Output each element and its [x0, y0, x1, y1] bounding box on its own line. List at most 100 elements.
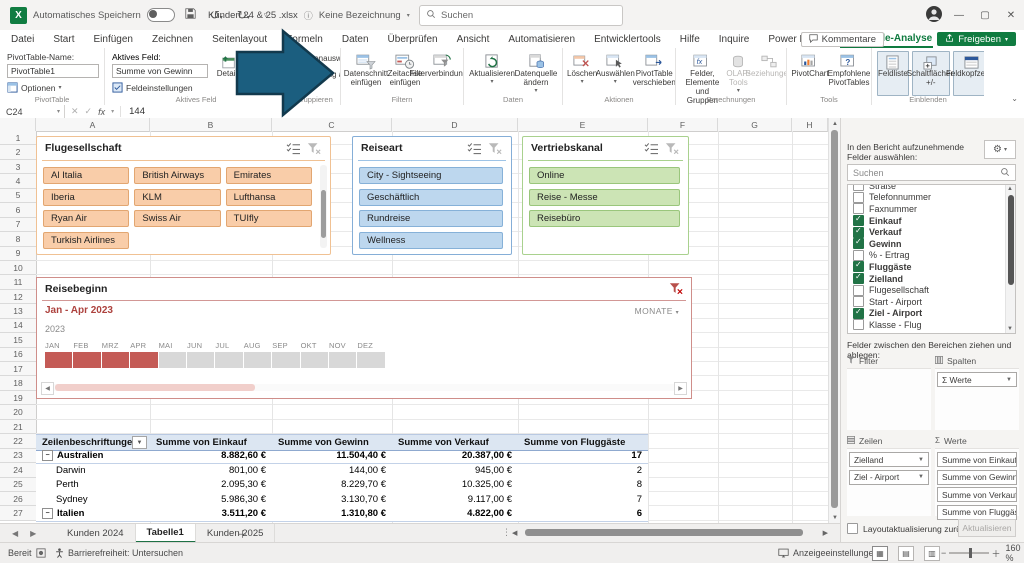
row-header-14[interactable]: 14 — [0, 319, 37, 333]
field-item-fluggäste[interactable]: Fluggäste — [848, 261, 1015, 273]
pivotchart-button[interactable]: PivotChart — [792, 50, 828, 88]
pivot-value-cell[interactable]: 20.387,00 € — [392, 449, 518, 463]
scroll-left-icon[interactable]: ◀ — [512, 529, 517, 537]
update-button[interactable]: Aktualisieren — [958, 519, 1016, 537]
area-field-pill[interactable]: Summe von Gewinn▼ — [937, 470, 1017, 485]
timeline-month-bar-apr[interactable] — [130, 352, 157, 368]
pivot-table[interactable]: ZeilenbeschriftungenSumme von EinkaufSum… — [36, 434, 648, 522]
pivot-value-cell[interactable]: 8.882,60 € — [150, 449, 272, 463]
pivot-value-cell[interactable]: 144,00 € — [272, 463, 392, 477]
field-list-scrollbar[interactable]: ▲ ▼ — [1005, 185, 1015, 333]
slicer-item-emirates[interactable]: Emirates — [226, 167, 312, 184]
column-header-F[interactable]: F — [648, 118, 718, 132]
close-button[interactable]: ✕ — [1004, 10, 1018, 21]
account-avatar[interactable] — [926, 6, 942, 25]
row-header-18[interactable]: 18 — [0, 376, 37, 390]
collapse-icon[interactable]: − — [42, 508, 53, 519]
timeline-scroll-thumb[interactable] — [55, 384, 255, 391]
pivot-value-cell[interactable]: 801,00 € — [150, 463, 272, 477]
timeline-month-bar-jan[interactable] — [45, 352, 72, 368]
autosave-toggle[interactable] — [147, 8, 175, 22]
pivot-column-header[interactable]: Summe von Fluggäste — [518, 435, 648, 449]
pivot-row-italien[interactable]: −Italien3.511,20 €1.310,80 €4.822,00 €6 — [36, 506, 648, 521]
pane-options-button[interactable]: ⚙▾ — [984, 140, 1016, 159]
row-header-11[interactable]: 11 — [0, 275, 37, 289]
row-header-7[interactable]: 7 — [0, 218, 37, 232]
multiselect-icon[interactable] — [467, 142, 483, 156]
scroll-up-icon[interactable]: ▲ — [829, 118, 840, 129]
pivot-value-cell[interactable]: 7 — [518, 492, 648, 506]
scroll-down-icon[interactable]: ▼ — [829, 512, 840, 523]
field-item-ziel-airport[interactable]: Ziel - Airport — [848, 308, 1015, 320]
pivot-value-cell[interactable]: 11.504,40 € — [272, 449, 392, 463]
field-item-verkauf[interactable]: Verkauf — [848, 226, 1015, 238]
slicer-item-city-sightseeing[interactable]: City - Sightseeing — [359, 167, 503, 184]
clear-filter-icon[interactable] — [665, 142, 681, 156]
grid-horizontal-scrollbar[interactable]: ◀ ▶ — [512, 527, 828, 539]
pivot-row-darwin[interactable]: Darwin801,00 €144,00 €945,00 €2 — [36, 463, 648, 477]
row-header-13[interactable]: 13 — [0, 304, 37, 318]
rows-area[interactable]: Zeilen Zielland▼Ziel - Airport▼ — [847, 434, 931, 516]
pivot-value-cell[interactable]: 4.822,00 € — [392, 506, 518, 520]
row-header-9[interactable]: 9 — [0, 247, 37, 261]
menu-tab--berpr-fen[interactable]: Überprüfen — [387, 32, 439, 47]
formula-input[interactable]: 144 — [121, 106, 145, 117]
field-item-faxnummer[interactable]: Faxnummer — [848, 203, 1015, 215]
field-headers-toggle[interactable]: Feldkopfzeilen — [953, 51, 984, 96]
timeline-month-bar-dez[interactable] — [357, 352, 384, 368]
timeline-month-bar-mai[interactable] — [159, 352, 186, 368]
field-list[interactable]: StraßeTelefonnummerFaxnummerEinkaufVerka… — [847, 184, 1016, 334]
slicer-item-tuifly[interactable]: TUIfly — [226, 210, 312, 227]
multiselect-icon[interactable] — [286, 142, 302, 156]
next-sheet-icon[interactable]: ▶ — [30, 529, 36, 538]
filter-connections-button[interactable]: Filterverbindungen — [423, 50, 463, 88]
display-settings-button[interactable]: Anzeigeeinstellungen — [778, 543, 879, 563]
area-field-pill[interactable]: Zielland▼ — [849, 452, 929, 467]
clear-filter-icon[interactable] — [307, 142, 323, 156]
cancel-icon[interactable]: ✕ — [71, 106, 79, 117]
menu-tab-hilfe[interactable]: Hilfe — [679, 32, 701, 47]
scroll-right-icon[interactable]: ▶ — [823, 529, 828, 537]
zoom-in-button[interactable]: ＋ — [989, 547, 1004, 560]
multiselect-icon[interactable] — [644, 142, 660, 156]
slicer-item-rundreise[interactable]: Rundreise — [359, 210, 503, 227]
column-header-H[interactable]: H — [792, 118, 828, 132]
area-field-pill[interactable]: Summe von Verkauf▼ — [937, 487, 1017, 502]
minimize-button[interactable]: — — [952, 10, 966, 21]
slicer-item-geschäftlich[interactable]: Geschäftlich — [359, 189, 503, 206]
row-header-1[interactable]: 1 — [0, 131, 37, 145]
slicer-item-reisebüro[interactable]: Reisebüro — [529, 210, 680, 227]
row-header-21[interactable]: 21 — [0, 420, 37, 434]
sensitivity-label[interactable]: Keine Bezeichnung — [319, 10, 401, 21]
row-header-2[interactable]: 2 — [0, 145, 37, 159]
menu-tab-entwicklertools[interactable]: Entwicklertools — [593, 32, 662, 47]
menu-tab-automatisieren[interactable]: Automatisieren — [507, 32, 576, 47]
pivotname-input[interactable]: PivotTable1 — [7, 64, 99, 78]
grid-vertical-scrollbar[interactable]: ▲ ▼ — [828, 118, 840, 523]
clear-filter-icon[interactable] — [488, 142, 504, 156]
area-field-pill[interactable]: Summe von Fluggäste▼ — [937, 505, 1017, 520]
slicer-item-swiss-air[interactable]: Swiss Air — [134, 210, 220, 227]
slicer-item-klm[interactable]: KLM — [134, 189, 220, 206]
row-header-8[interactable]: 8 — [0, 232, 37, 246]
timeline-month-bar-feb[interactable] — [73, 352, 100, 368]
timeline-month-bar-nov[interactable] — [329, 352, 356, 368]
sheet-tab-kunden-2024[interactable]: Kunden 2024 — [56, 524, 136, 543]
share-button[interactable]: Freigeben ▾ — [937, 32, 1016, 46]
zoom-level[interactable]: 160 % — [1006, 543, 1024, 563]
restore-button[interactable]: ▢ — [978, 10, 992, 21]
slicer-item-reise-messe[interactable]: Reise - Messe — [529, 189, 680, 206]
pivot-value-cell[interactable]: 2.095,30 € — [150, 478, 272, 492]
zoom-slider[interactable] — [949, 552, 988, 554]
row-header-16[interactable]: 16 — [0, 348, 37, 362]
filter-area[interactable]: Filter — [847, 354, 931, 430]
field-item-einkauf[interactable]: Einkauf — [848, 215, 1015, 227]
plus-minus-buttons-toggle[interactable]: Schaltflächen +/- — [912, 51, 950, 96]
values-area[interactable]: ΣWerte Summe von Einkauf▼Summe von Gewin… — [935, 434, 1019, 516]
change-datasource-button[interactable]: Datenquelle ändern▾ — [514, 50, 558, 95]
slicer-vertriebskanal[interactable]: VertriebskanalOnlineReise - MesseReisebü… — [522, 136, 689, 255]
slicer-scrollbar[interactable] — [320, 165, 327, 248]
pivot-value-cell[interactable]: 10.325,00 € — [392, 478, 518, 492]
row-header-5[interactable]: 5 — [0, 189, 37, 203]
timeline-month-bar-sep[interactable] — [272, 352, 299, 368]
